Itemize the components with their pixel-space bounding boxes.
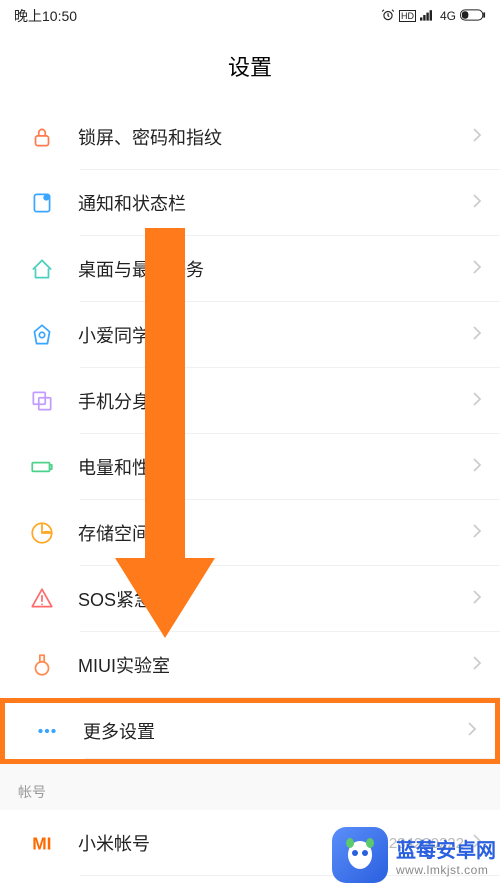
status-bar: 晚上10:50 HD 4G [0, 0, 500, 32]
watermark-title: 蓝莓安卓网 [396, 834, 496, 863]
settings-item-xiaoai[interactable]: 小爱同学 [0, 302, 500, 368]
settings-item-lab[interactable]: MIUI实验室 [0, 632, 500, 698]
lab-icon [12, 652, 72, 678]
watermark-url: www.lmkjst.com [396, 863, 496, 877]
signal-icon [420, 9, 436, 24]
status-time: 晚上10:50 [14, 6, 77, 26]
mi-icon: MI [12, 830, 72, 856]
chevron-right-icon [472, 126, 482, 149]
settings-item-battery[interactable]: 电量和性 [0, 434, 500, 500]
item-label: 电量和性 [72, 454, 472, 480]
chevron-right-icon [467, 720, 477, 743]
settings-list: 锁屏、密码和指纹通知和状态栏桌面与最近任务小爱同学手机分身电量和性存储空间 SOS… [0, 104, 500, 876]
alarm-icon [381, 8, 395, 25]
hd-icon: HD [399, 10, 416, 22]
network-label: 4G [440, 9, 456, 23]
item-label: 小爱同学 [72, 322, 472, 348]
settings-item-home[interactable]: 桌面与最近任务 [0, 236, 500, 302]
settings-item-lock[interactable]: 锁屏、密码和指纹 [0, 104, 500, 170]
chevron-right-icon [472, 324, 482, 347]
settings-item-notification[interactable]: 通知和状态栏 [0, 170, 500, 236]
chevron-right-icon [472, 258, 482, 281]
page-title: 设置 [0, 32, 500, 104]
home-icon [12, 256, 72, 282]
lock-icon [12, 124, 72, 150]
settings-item-more[interactable]: 更多设置 [0, 698, 500, 764]
clone-icon [12, 388, 72, 414]
chevron-right-icon [472, 192, 482, 215]
chevron-right-icon [472, 456, 482, 479]
item-label: 更多设置 [77, 718, 467, 744]
section-header-account: 帐号 [0, 764, 500, 810]
item-label: MIUI实验室 [72, 652, 472, 678]
chevron-right-icon [472, 588, 482, 611]
settings-item-clone[interactable]: 手机分身 [0, 368, 500, 434]
sos-icon [12, 586, 72, 612]
storage-icon [12, 520, 72, 546]
battery-icon [12, 454, 72, 480]
item-label: 桌面与最近任务 [72, 256, 472, 282]
notification-icon [12, 190, 72, 216]
chevron-right-icon [472, 522, 482, 545]
item-label: 锁屏、密码和指纹 [72, 124, 472, 150]
xiaoai-icon [12, 322, 72, 348]
item-label: 通知和状态栏 [72, 190, 472, 216]
svg-text:MI: MI [32, 834, 51, 854]
more-icon [17, 718, 77, 744]
item-label: 存储空间 [72, 520, 472, 546]
item-label: SOS紧急 [72, 586, 472, 612]
chevron-right-icon [472, 654, 482, 677]
item-label: 手机分身 [72, 388, 472, 414]
watermark-logo [332, 827, 388, 883]
battery-icon [460, 9, 486, 24]
settings-item-sos[interactable]: SOS紧急 [0, 566, 500, 632]
watermark: 蓝莓安卓网 www.lmkjst.com [332, 827, 496, 883]
status-indicators: HD 4G [381, 8, 486, 25]
settings-item-storage[interactable]: 存储空间 [0, 500, 500, 566]
chevron-right-icon [472, 390, 482, 413]
